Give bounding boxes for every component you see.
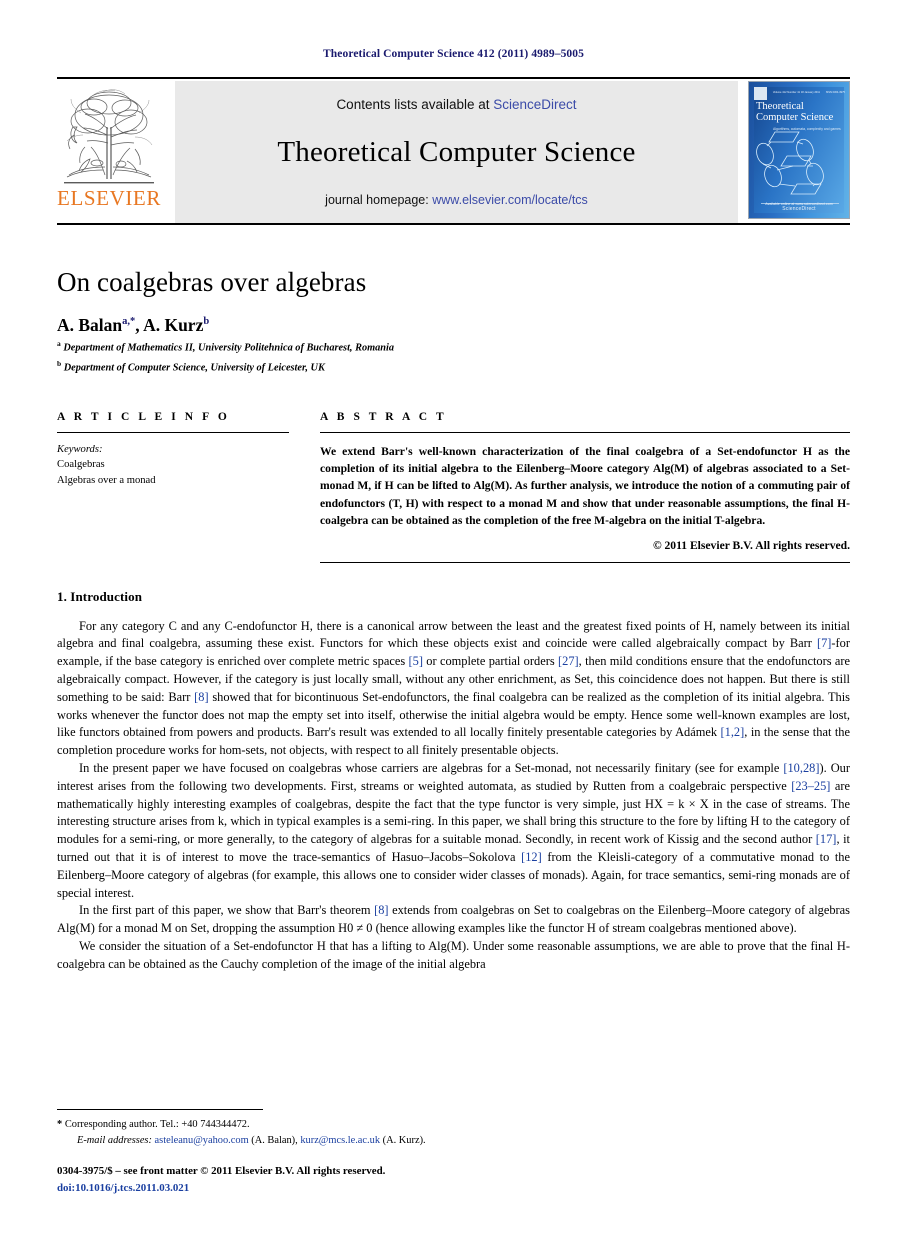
article-info-rule [57,431,289,433]
keyword-item-1: Algebras over a monad [57,474,156,486]
email-label: E-mail addresses: [77,1135,152,1147]
cover-title-line2: Computer Science [756,111,834,123]
abstract-rule [320,431,850,433]
page-title: On coalgebras over algebras [57,267,367,297]
author-separator: , [135,315,144,335]
paragraph-2: In the first part of this paper, we show… [57,903,850,936]
email-owner-1: (A. Kurz) [382,1135,424,1147]
journal-homepage-line: journal homepage: www.elsevier.com/locat… [325,193,588,207]
homepage-prefix: journal homepage: [325,193,433,207]
email-note: E-mail addresses: asteleanu@yahoo.com (A… [57,1133,850,1149]
article-page: Theoretical Computer Science 412 (2011) … [0,0,907,1238]
article-info-column: A R T I C L E I N F O Keywords: Coalgebr… [57,411,289,563]
elsevier-tree-icon [64,89,154,184]
journal-title: Theoretical Computer Science [277,136,636,168]
paragraph-3: We consider the situation of a Set-endof… [57,938,850,971]
citation-reference[interactable]: [5] [409,654,423,668]
cover-diagram-icon [756,131,824,195]
journal-masthead: ELSEVIER Contents lists available at Sci… [57,77,850,225]
citation-reference[interactable]: [10,28] [783,761,819,775]
abstract-column: A B S T R A C T We extend Barr's well-kn… [320,411,850,563]
introduction-body: For any category C and any C-endofunctor… [57,618,850,974]
journal-homepage-link[interactable]: www.elsevier.com/locate/tcs [432,193,588,207]
asterisk-marker: * [57,1119,63,1131]
issn-copyright-block: 0304-3975/$ – see front matter © 2011 El… [57,1163,850,1196]
affiliation-text-1: Department of Computer Science, Universi… [63,362,325,374]
journal-cover-thumbnail: Volume 412 Number 41 18 January 2011 ISS… [748,81,850,219]
keywords-label: Keywords: [57,443,103,455]
citation-reference[interactable]: [12] [521,850,542,864]
affiliation-mark-1: b [57,359,62,369]
footnote-divider [57,1109,263,1111]
citation-reference[interactable]: [8] [374,903,388,917]
contents-available-line: Contents lists available at ScienceDirec… [336,97,576,112]
abstract-bottom-rule [320,561,850,563]
cover-issn: ISSN 0304-3975 [825,91,845,95]
abstract-text: We extend Barr's well-known characteriza… [320,444,850,528]
elsevier-wordmark: ELSEVIER [57,186,161,210]
email-owner-0: (A. Balan) [251,1135,296,1147]
paragraph-1: In the present paper we have focused on … [57,761,850,900]
citation-reference[interactable]: [1,2] [721,725,745,739]
citation-reference[interactable]: [27] [558,654,579,668]
masthead-center-band: Contents lists available at ScienceDirec… [175,81,738,223]
running-head: Theoretical Computer Science 412 (2011) … [323,48,584,60]
cover-footer: Available online at www.sciencedirect.co… [749,202,849,212]
contents-prefix: Contents lists available at [336,97,494,112]
abstract-label: A B S T R A C T [320,410,447,423]
affiliation-1: b Department of Computer Science, Univer… [57,359,850,376]
author-name-0: A. Balan [57,315,123,335]
citation-reference[interactable]: [7] [817,636,831,650]
cover-publisher-badge [754,87,767,100]
email-link-0[interactable]: asteleanu@yahoo.com [155,1135,249,1146]
keyword-item-0: Coalgebras [57,459,105,471]
affiliation-mark-0: a [57,339,61,348]
author-list: A. Balana,*, A. Kurzb [57,315,850,336]
citation-reference[interactable]: [23–25] [791,779,830,793]
cover-sciencedirect-mark: ScienceDirect [782,206,816,212]
author-marks-0: a,* [122,316,136,328]
affiliation-text-0: Department of Mathematics II, University… [63,342,394,354]
keywords-block: Keywords: Coalgebras Algebras over a mon… [57,442,289,489]
sciencedirect-link[interactable]: ScienceDirect [493,97,576,112]
cover-title: Theoretical Computer Science [756,101,844,124]
info-abstract-section: A R T I C L E I N F O Keywords: Coalgebr… [57,411,850,563]
corresponding-author-text: Corresponding author. Tel.: +40 74434447… [64,1119,250,1131]
affiliation-0: a Department of Mathematics II, Universi… [57,339,850,356]
masthead-bottom-rule [57,223,850,225]
email-link-1[interactable]: kurz@mcs.le.ac.uk [300,1135,380,1146]
citation-reference[interactable]: [17] [816,832,837,846]
cover-header-strip: Volume 412 Number 41 18 January 2011 ISS… [754,86,845,101]
article-info-label: A R T I C L E I N F O [57,410,230,423]
author-name-1: A. Kurz [143,315,204,335]
author-marks-1: b [203,316,210,328]
cover-volume-info: Volume 412 Number 41 18 January 2011 [772,91,820,95]
issn-line: 0304-3975/$ – see front matter © 2011 El… [57,1165,386,1178]
title-block: On coalgebras over algebras A. Balana,*,… [57,267,850,377]
elsevier-logo: ELSEVIER [57,81,161,223]
abstract-copyright: © 2011 Elsevier B.V. All rights reserved… [652,538,850,552]
masthead-top-rule [57,77,850,79]
corresponding-author-note: * Corresponding author. Tel.: +40 744344… [57,1117,850,1133]
doi-line[interactable]: doi:10.1016/j.tcs.2011.03.021 [57,1180,850,1196]
footnote-area: * Corresponding author. Tel.: +40 744344… [57,1109,850,1196]
email-sep: , [295,1135,298,1147]
citation-reference[interactable]: [8] [194,690,208,704]
section-heading-introduction: 1. Introduction [57,588,143,604]
paragraph-0: For any category C and any C-endofunctor… [57,618,851,758]
email-end: . [423,1135,426,1147]
